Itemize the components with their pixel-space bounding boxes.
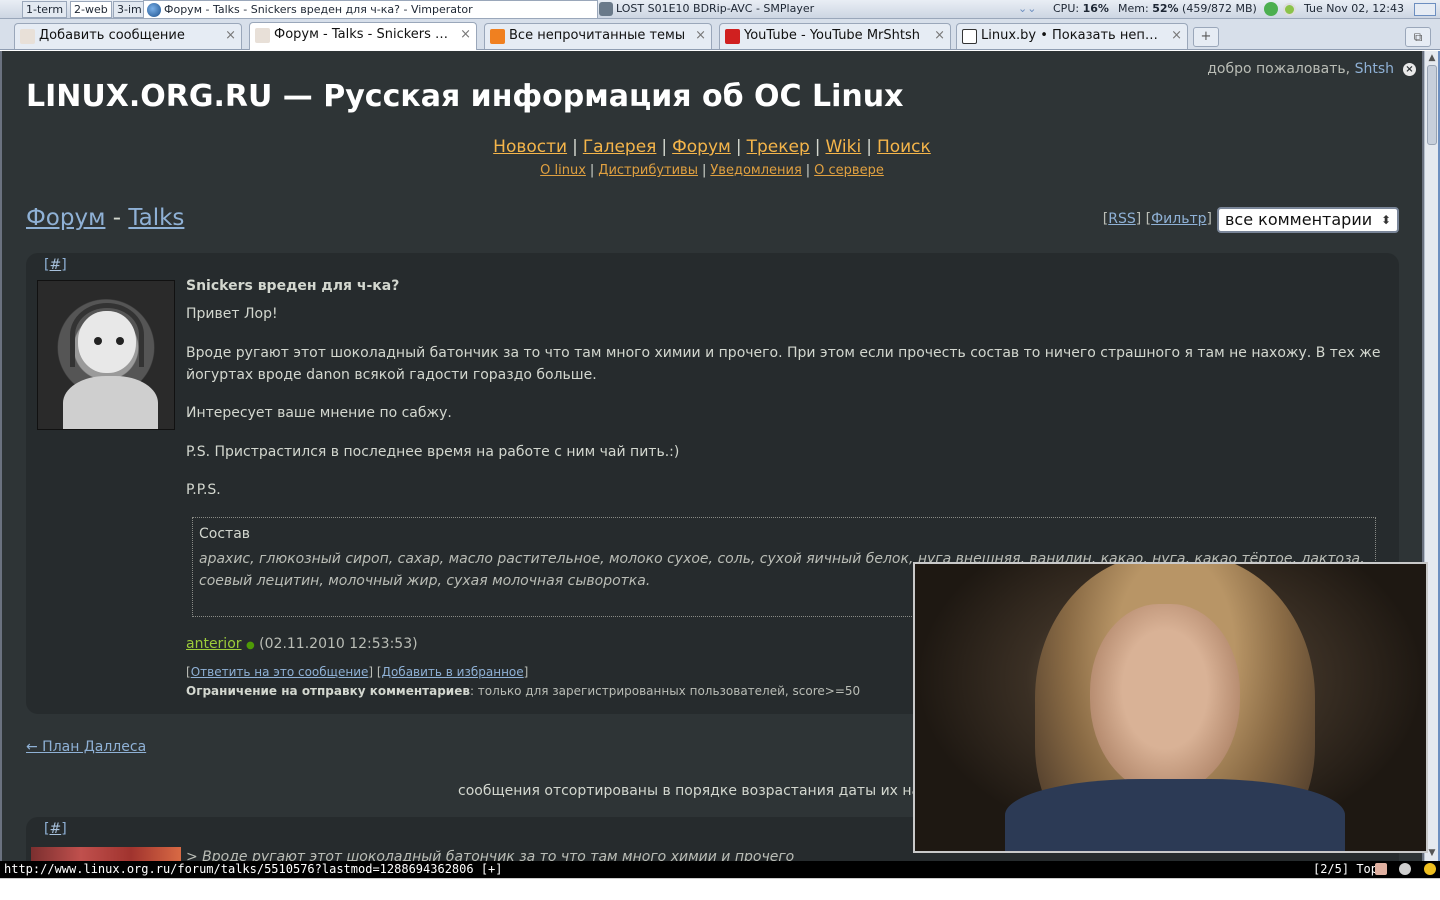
command-line[interactable] bbox=[0, 878, 1440, 900]
rss-link[interactable]: RSS bbox=[1108, 211, 1136, 227]
scroll-thumb[interactable] bbox=[1427, 65, 1437, 145]
wing-icon: ⌄⌄ bbox=[1018, 2, 1037, 15]
select-arrows-icon: ⬍ bbox=[1380, 213, 1391, 227]
task-vimperator[interactable]: Форум - Talks - Snickers вреден для ч-ка… bbox=[143, 0, 598, 19]
tab-youtube[interactable]: YouTube - YouTube MrShtsh × bbox=[719, 23, 951, 49]
prev-topic-link[interactable]: ← План Даллеса bbox=[26, 739, 146, 755]
breadcrumb-talks[interactable]: Talks bbox=[128, 205, 184, 231]
wm-panel: 1-term 2-web 3-im Форум - Talks - Snicke… bbox=[0, 0, 1440, 19]
breadcrumb-forum[interactable]: Форум bbox=[26, 205, 105, 231]
tab-linux-by[interactable]: Linux.by • Показать непр... × bbox=[956, 23, 1188, 49]
comments-filter-select[interactable]: все комментарии ⬍ bbox=[1217, 207, 1399, 233]
welcome-text: добро пожаловать, Shtsh bbox=[1207, 61, 1394, 77]
youtube-icon bbox=[725, 29, 740, 44]
filter-link[interactable]: Фильтр bbox=[1151, 211, 1206, 227]
tab-bar: Добавить сообщение × Форум - Talks - Sni… bbox=[0, 19, 1440, 50]
status-line: http://www.linux.org.ru/forum/talks/5510… bbox=[0, 861, 1440, 878]
avatar bbox=[37, 280, 175, 430]
workspace-2[interactable]: 2-web bbox=[70, 1, 112, 18]
message-actions: [Ответить на это сообщение] [Добавить в … bbox=[186, 665, 529, 679]
message-anchor[interactable]: [#] bbox=[44, 821, 67, 837]
nav-notifications[interactable]: Уведомления bbox=[710, 163, 801, 178]
network-icon[interactable] bbox=[1283, 3, 1296, 16]
message-paragraph: P.S. Пристрастился в последнее время на … bbox=[186, 444, 680, 460]
close-icon[interactable]: × bbox=[225, 24, 236, 48]
scroll-down-icon[interactable]: ▼ bbox=[1427, 848, 1437, 858]
prev-topic: ← План Даллеса bbox=[26, 739, 146, 755]
quote-title: Состав bbox=[199, 526, 251, 542]
favorite-link[interactable]: Добавить в избранное bbox=[382, 665, 524, 679]
windows-icon: ⧉ bbox=[1413, 30, 1423, 44]
nav-gallery[interactable]: Галерея bbox=[583, 137, 657, 157]
update-ok-icon[interactable] bbox=[1264, 2, 1278, 16]
reply-link[interactable]: Ответить на это сообщение bbox=[191, 665, 369, 679]
addon-icon[interactable] bbox=[1424, 863, 1436, 875]
close-icon[interactable]: × bbox=[1171, 24, 1182, 48]
message-paragraph: Привет Лор! bbox=[186, 306, 278, 322]
message-title: Snickers вреден для ч-ка? bbox=[186, 278, 400, 294]
sort-note: сообщения отсортированы в порядке возрас… bbox=[458, 783, 982, 799]
nav-distros[interactable]: Дистрибутивы bbox=[598, 163, 698, 178]
site-title[interactable]: LINUX.ORG.RU — Русская информация об ОС … bbox=[26, 79, 903, 114]
nav-tracker[interactable]: Трекер bbox=[747, 137, 810, 157]
favicon-icon bbox=[255, 28, 270, 43]
favicon-icon bbox=[962, 29, 977, 44]
nav-search[interactable]: Поиск bbox=[877, 137, 931, 157]
reply-quote: > Вроде ругают этот шоколадный батончик … bbox=[186, 849, 795, 861]
nav-about-linux[interactable]: О linux bbox=[540, 163, 586, 178]
status-url: http://www.linux.org.ru/forum/talks/5510… bbox=[4, 862, 503, 876]
addon-icon[interactable] bbox=[1374, 863, 1387, 875]
new-tab-button[interactable]: + bbox=[1193, 27, 1219, 47]
task-title: LOST S01E10 BDRip-AVC - SMPlayer bbox=[616, 2, 815, 15]
player-icon bbox=[599, 2, 613, 16]
message-date: (02.11.2010 12:53:53) bbox=[259, 636, 418, 652]
addon-icon[interactable] bbox=[1399, 863, 1412, 875]
task-smplayer[interactable]: LOST S01E10 BDRip-AVC - SMPlayer bbox=[596, 0, 896, 19]
logout-icon[interactable]: × bbox=[1403, 63, 1416, 76]
globe-icon bbox=[147, 3, 161, 17]
nav-about-server[interactable]: О сервере bbox=[814, 163, 884, 178]
workspace-1[interactable]: 1-term bbox=[22, 1, 68, 18]
status-position: [2/5] Top bbox=[1312, 862, 1378, 876]
task-title: Форум - Talks - Snickers вреден для ч-ка… bbox=[164, 3, 473, 16]
sub-nav: О linux | Дистрибутивы | Уведомления | О серве… bbox=[540, 163, 884, 178]
avatar bbox=[31, 847, 181, 861]
message-paragraph: P.P.S. bbox=[186, 482, 221, 498]
plus-icon: + bbox=[1200, 29, 1212, 44]
message-paragraph: Интересует ваше мнение по сабжу. bbox=[186, 405, 452, 421]
favicon-icon bbox=[20, 29, 35, 44]
nav-wiki[interactable]: Wiki bbox=[825, 137, 861, 157]
comment-restriction: Ограничение на отправку комментариев: то… bbox=[186, 684, 861, 698]
online-status-icon: ● bbox=[245, 640, 255, 651]
tab-list-button[interactable]: ⧉ bbox=[1405, 27, 1431, 47]
mem-status: Mem: 52% (459/872 MB) bbox=[1118, 2, 1257, 15]
clock[interactable]: Tue Nov 02, 12:43 bbox=[1304, 0, 1404, 19]
cpu-status: CPU: 16% bbox=[1053, 2, 1109, 15]
tab-unread-topics[interactable]: Все непрочитанные темы × bbox=[484, 23, 712, 49]
close-icon[interactable]: × bbox=[934, 24, 945, 48]
tab-forum-talks[interactable]: Форум - Talks - Snickers в... × bbox=[249, 22, 477, 50]
username-link[interactable]: Shtsh bbox=[1355, 61, 1394, 77]
close-icon[interactable]: × bbox=[460, 23, 471, 47]
main-nav: Новости | Галерея | Форум | Трекер | Wiki | Поиск bbox=[493, 137, 931, 157]
message-anchor[interactable]: [#] bbox=[44, 257, 67, 273]
author-link[interactable]: anterior bbox=[186, 636, 242, 652]
favicon-icon bbox=[490, 29, 505, 44]
nav-forum[interactable]: Форум bbox=[672, 137, 731, 157]
close-icon[interactable]: × bbox=[695, 24, 706, 48]
filter-links: [RSS] [Фильтр] bbox=[1102, 211, 1212, 227]
video-overlay[interactable] bbox=[913, 562, 1428, 853]
tab-add-message[interactable]: Добавить сообщение × bbox=[14, 23, 242, 49]
nav-news[interactable]: Новости bbox=[493, 137, 567, 157]
window-list-icon[interactable] bbox=[1414, 3, 1436, 16]
breadcrumb: Форум - Talks bbox=[26, 205, 185, 231]
message-paragraph: Вроде ругают этот шоколадный батончик за… bbox=[186, 345, 1381, 383]
message-signature: anterior ● (02.11.2010 12:53:53) bbox=[186, 636, 418, 652]
workspace-3[interactable]: 3-im bbox=[113, 1, 146, 18]
scroll-up-icon[interactable]: ▲ bbox=[1427, 53, 1437, 63]
